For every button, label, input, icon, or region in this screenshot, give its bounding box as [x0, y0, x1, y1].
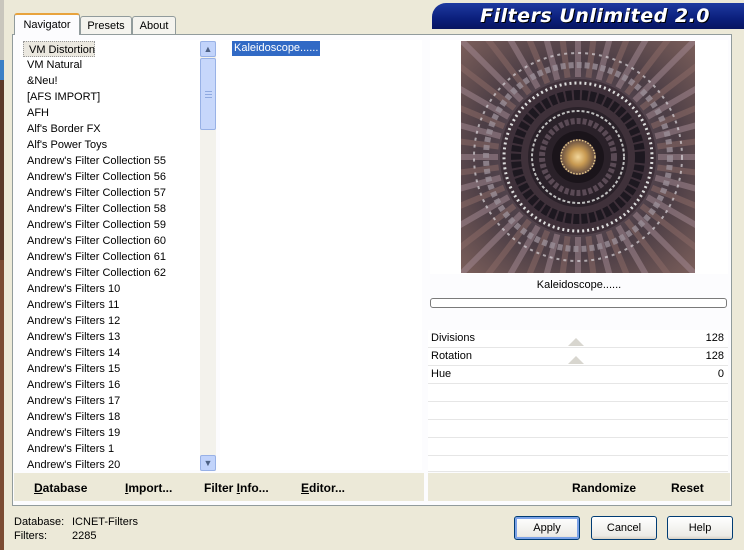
param-row-empty	[428, 384, 728, 402]
filters-label: Filters:	[14, 530, 47, 542]
category-item[interactable]: Andrew's Filters 17	[20, 393, 120, 409]
category-item[interactable]: Andrew's Filters 13	[20, 329, 120, 345]
filter-item-kaleidoscope[interactable]: Kaleidoscope......	[232, 41, 321, 56]
category-item[interactable]: Andrew's Filter Collection 60	[20, 233, 166, 249]
desktop-edge	[0, 0, 4, 550]
category-item[interactable]: Andrew's Filter Collection 59	[20, 217, 166, 233]
tab-navigator[interactable]: Navigator	[14, 13, 80, 35]
category-list[interactable]: VM Distortion VM Natural &Neu! [AFS IMPORT]…	[20, 40, 202, 470]
database-label: Database:	[14, 516, 65, 528]
filters-count: 2285	[72, 530, 97, 542]
category-item[interactable]: Alf's Border FX	[20, 121, 101, 137]
slider-thumb[interactable]	[568, 356, 584, 364]
param-label: Rotation	[431, 350, 472, 362]
import-button[interactable]: Import...	[125, 481, 172, 495]
param-value: 0	[717, 368, 724, 380]
category-item[interactable]: [AFS IMPORT]	[20, 89, 100, 105]
slider-thumb[interactable]	[568, 338, 584, 346]
category-item[interactable]: Alf's Power Toys	[20, 137, 107, 153]
category-item[interactable]: Andrew's Filters 18	[20, 409, 120, 425]
category-item[interactable]: Andrew's Filter Collection 55	[20, 153, 166, 169]
param-value: 128	[705, 350, 724, 362]
category-item[interactable]: Andrew's Filters 16	[20, 377, 120, 393]
param-row-empty	[428, 420, 728, 438]
apply-button[interactable]: Apply	[514, 516, 580, 540]
param-row-divisions[interactable]: Divisions 128	[428, 330, 728, 348]
category-item[interactable]: Andrew's Filters 14	[20, 345, 120, 361]
category-item[interactable]: Andrew's Filters 10	[20, 281, 120, 297]
category-item[interactable]: Andrew's Filter Collection 58	[20, 201, 166, 217]
scroll-up-button[interactable]: ▲	[200, 41, 216, 57]
param-value: 128	[705, 332, 724, 344]
filter-list[interactable]: Kaleidoscope......	[220, 40, 422, 470]
filter-info-button[interactable]: Filter Info...	[204, 481, 269, 495]
category-item[interactable]: Andrew's Filter Collection 57	[20, 185, 166, 201]
preview-area	[430, 40, 728, 274]
database-button[interactable]: Database	[34, 481, 87, 495]
category-item[interactable]: Andrew's Filters 11	[20, 297, 119, 313]
param-row-empty	[428, 438, 728, 456]
tab-presets[interactable]: Presets	[80, 16, 132, 34]
scroll-thumb[interactable]	[200, 58, 216, 130]
scroll-down-button[interactable]: ▼	[200, 455, 216, 471]
tab-about[interactable]: About	[132, 16, 176, 34]
category-item[interactable]: VM Distortion	[23, 41, 95, 57]
param-label: Divisions	[431, 332, 476, 344]
progress-bar	[430, 298, 727, 308]
randomize-button[interactable]: Randomize	[572, 481, 636, 495]
category-item[interactable]: Andrew's Filter Collection 56	[20, 169, 166, 185]
category-item[interactable]: &Neu!	[20, 73, 58, 89]
parameter-panel: Divisions 128 Rotation 128 Hue 0	[428, 330, 730, 472]
category-item[interactable]: Andrew's Filters 12	[20, 313, 120, 329]
category-item[interactable]: Andrew's Filter Collection 62	[20, 265, 166, 281]
cancel-button[interactable]: Cancel	[591, 516, 657, 540]
category-item[interactable]: AFH	[20, 105, 49, 121]
database-value: ICNET-Filters	[72, 516, 138, 528]
param-row-empty	[428, 456, 728, 472]
category-item[interactable]: Andrew's Filters 20	[20, 457, 120, 470]
category-item[interactable]: VM Natural	[20, 57, 82, 73]
title-banner: Filters Unlimited 2.0	[432, 3, 744, 29]
help-button[interactable]: Help	[667, 516, 733, 540]
param-label: Hue	[431, 368, 452, 380]
category-item[interactable]: Andrew's Filters 19	[20, 425, 120, 441]
category-item[interactable]: Andrew's Filters 15	[20, 361, 120, 377]
category-scrollbar[interactable]: ▲ ▼	[200, 41, 216, 471]
app-title: Filters Unlimited 2.0	[480, 5, 710, 27]
category-item[interactable]: Andrew's Filters 1	[20, 441, 114, 457]
editor-button[interactable]: Editor...	[301, 481, 345, 495]
preview-image	[461, 41, 695, 273]
category-item[interactable]: Andrew's Filter Collection 61	[20, 249, 166, 265]
reset-button[interactable]: Reset	[671, 481, 704, 495]
preview-filter-name: Kaleidoscope......	[536, 279, 622, 291]
param-row-rotation[interactable]: Rotation 128	[428, 348, 728, 366]
param-row-empty	[428, 402, 728, 420]
param-row-hue[interactable]: Hue 0	[428, 366, 728, 384]
